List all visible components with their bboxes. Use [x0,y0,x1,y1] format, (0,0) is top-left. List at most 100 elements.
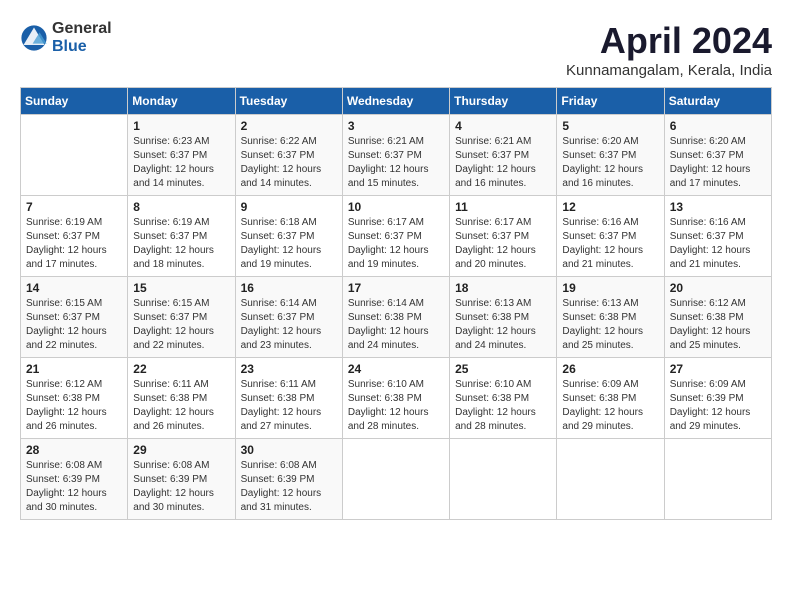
calendar-cell [342,439,449,520]
location-title: Kunnamangalam, Kerala, India [566,62,772,79]
calendar-cell: 15 Sunrise: 6:15 AMSunset: 6:37 PMDayligh… [128,277,235,358]
day-info: Sunrise: 6:10 AMSunset: 6:38 PMDaylight:… [455,378,551,434]
logo-blue: Blue [52,38,112,56]
calendar-cell: 6 Sunrise: 6:20 AMSunset: 6:37 PMDaylight… [664,115,771,196]
day-info: Sunrise: 6:15 AMSunset: 6:37 PMDaylight:… [26,297,122,353]
day-info: Sunrise: 6:11 AMSunset: 6:38 PMDaylight:… [241,378,337,434]
weekday-header: Thursday [450,88,557,115]
day-number: 28 [26,443,122,457]
day-number: 24 [348,362,444,376]
calendar-week-row: 21 Sunrise: 6:12 AMSunset: 6:38 PMDayligh… [21,358,772,439]
calendar-cell: 9Sunrise: 6:18 AMSunset: 6:37 PMDaylight… [235,196,342,277]
calendar-cell: 2 Sunrise: 6:22 AMSunset: 6:37 PMDaylight… [235,115,342,196]
day-info: Sunrise: 6:22 AMSunset: 6:37 PMDaylight:… [241,135,337,191]
day-number: 8 [133,200,229,214]
calendar-cell: 20Sunrise: 6:12 AMSunset: 6:38 PMDayligh… [664,277,771,358]
logo-text: General Blue [52,20,112,55]
calendar-cell: 4Sunrise: 6:21 AMSunset: 6:37 PMDaylight… [450,115,557,196]
day-info: Sunrise: 6:09 AMSunset: 6:38 PMDaylight:… [562,378,658,434]
day-info: Sunrise: 6:16 AMSunset: 6:37 PMDaylight:… [670,216,766,272]
day-number: 3 [348,119,444,133]
day-number: 23 [241,362,337,376]
day-info: Sunrise: 6:19 AMSunset: 6:37 PMDaylight:… [133,216,229,272]
day-info: Sunrise: 6:11 AMSunset: 6:38 PMDaylight:… [133,378,229,434]
day-info: Sunrise: 6:13 AMSunset: 6:38 PMDaylight:… [562,297,658,353]
day-info: Sunrise: 6:13 AMSunset: 6:38 PMDaylight:… [455,297,551,353]
title-area: April 2024 Kunnamangalam, Kerala, India [566,20,772,79]
day-info: Sunrise: 6:15 AMSunset: 6:37 PMDaylight:… [133,297,229,353]
day-info: Sunrise: 6:23 AMSunset: 6:37 PMDaylight:… [133,135,229,191]
calendar-cell: 30Sunrise: 6:08 AMSunset: 6:39 PMDayligh… [235,439,342,520]
calendar-week-row: 7 Sunrise: 6:19 AMSunset: 6:37 PMDaylight… [21,196,772,277]
logo: General Blue [20,20,112,55]
calendar-week-row: 28 Sunrise: 6:08 AMSunset: 6:39 PMDayligh… [21,439,772,520]
day-info: Sunrise: 6:14 AMSunset: 6:38 PMDaylight:… [348,297,444,353]
weekday-header: Friday [557,88,664,115]
logo-general: General [52,20,112,38]
day-number: 6 [670,119,766,133]
day-info: Sunrise: 6:18 AMSunset: 6:37 PMDaylight:… [241,216,337,272]
day-info: Sunrise: 6:12 AMSunset: 6:38 PMDaylight:… [670,297,766,353]
calendar-cell [450,439,557,520]
calendar-week-row: 1Sunrise: 6:23 AMSunset: 6:37 PMDaylight… [21,115,772,196]
calendar-cell: 22 Sunrise: 6:11 AMSunset: 6:38 PMDayligh… [128,358,235,439]
day-info: Sunrise: 6:17 AMSunset: 6:37 PMDaylight:… [348,216,444,272]
day-number: 7 [26,200,122,214]
day-number: 15 [133,281,229,295]
day-info: Sunrise: 6:17 AMSunset: 6:37 PMDaylight:… [455,216,551,272]
day-number: 5 [562,119,658,133]
day-info: Sunrise: 6:12 AMSunset: 6:38 PMDaylight:… [26,378,122,434]
calendar-cell: 17 Sunrise: 6:14 AMSunset: 6:38 PMDayligh… [342,277,449,358]
day-number: 2 [241,119,337,133]
day-number: 13 [670,200,766,214]
calendar-cell: 29Sunrise: 6:08 AMSunset: 6:39 PMDayligh… [128,439,235,520]
month-title: April 2024 [566,20,772,62]
calendar-body: 1Sunrise: 6:23 AMSunset: 6:37 PMDaylight… [21,115,772,520]
day-number: 21 [26,362,122,376]
day-number: 22 [133,362,229,376]
day-number: 14 [26,281,122,295]
calendar-cell: 1Sunrise: 6:23 AMSunset: 6:37 PMDaylight… [128,115,235,196]
day-number: 18 [455,281,551,295]
calendar-cell [557,439,664,520]
day-number: 10 [348,200,444,214]
day-info: Sunrise: 6:21 AMSunset: 6:37 PMDaylight:… [455,135,551,191]
calendar-cell: 8 Sunrise: 6:19 AMSunset: 6:37 PMDaylight… [128,196,235,277]
day-info: Sunrise: 6:08 AMSunset: 6:39 PMDaylight:… [26,459,122,515]
calendar-cell: 25Sunrise: 6:10 AMSunset: 6:38 PMDayligh… [450,358,557,439]
calendar-cell: 13 Sunrise: 6:16 AMSunset: 6:37 PMDayligh… [664,196,771,277]
calendar-cell: 3 Sunrise: 6:21 AMSunset: 6:37 PMDaylight… [342,115,449,196]
calendar-table: SundayMondayTuesdayWednesdayThursdayFrid… [20,87,772,520]
day-number: 29 [133,443,229,457]
day-info: Sunrise: 6:20 AMSunset: 6:37 PMDaylight:… [670,135,766,191]
weekday-header: Tuesday [235,88,342,115]
header: General Blue April 2024 Kunnamangalam, K… [20,20,772,79]
day-info: Sunrise: 6:19 AMSunset: 6:37 PMDaylight:… [26,216,122,272]
calendar-cell: 19Sunrise: 6:13 AMSunset: 6:38 PMDayligh… [557,277,664,358]
calendar-header: SundayMondayTuesdayWednesdayThursdayFrid… [21,88,772,115]
weekday-header: Saturday [664,88,771,115]
weekday-row: SundayMondayTuesdayWednesdayThursdayFrid… [21,88,772,115]
calendar-cell [21,115,128,196]
day-info: Sunrise: 6:14 AMSunset: 6:37 PMDaylight:… [241,297,337,353]
day-number: 26 [562,362,658,376]
day-number: 27 [670,362,766,376]
day-number: 17 [348,281,444,295]
day-info: Sunrise: 6:21 AMSunset: 6:37 PMDaylight:… [348,135,444,191]
calendar-cell: 18 Sunrise: 6:13 AMSunset: 6:38 PMDayligh… [450,277,557,358]
calendar-week-row: 14 Sunrise: 6:15 AMSunset: 6:37 PMDayligh… [21,277,772,358]
calendar-cell: 10 Sunrise: 6:17 AMSunset: 6:37 PMDayligh… [342,196,449,277]
weekday-header: Wednesday [342,88,449,115]
day-info: Sunrise: 6:09 AMSunset: 6:39 PMDaylight:… [670,378,766,434]
calendar-cell: 28 Sunrise: 6:08 AMSunset: 6:39 PMDayligh… [21,439,128,520]
calendar-cell: 14 Sunrise: 6:15 AMSunset: 6:37 PMDayligh… [21,277,128,358]
calendar-cell: 16Sunrise: 6:14 AMSunset: 6:37 PMDayligh… [235,277,342,358]
calendar-cell: 23 Sunrise: 6:11 AMSunset: 6:38 PMDayligh… [235,358,342,439]
calendar-cell: 11Sunrise: 6:17 AMSunset: 6:37 PMDayligh… [450,196,557,277]
calendar-cell: 27 Sunrise: 6:09 AMSunset: 6:39 PMDayligh… [664,358,771,439]
day-info: Sunrise: 6:10 AMSunset: 6:38 PMDaylight:… [348,378,444,434]
calendar-cell: 5Sunrise: 6:20 AMSunset: 6:37 PMDaylight… [557,115,664,196]
calendar-cell: 26 Sunrise: 6:09 AMSunset: 6:38 PMDayligh… [557,358,664,439]
calendar-cell [664,439,771,520]
day-info: Sunrise: 6:08 AMSunset: 6:39 PMDaylight:… [241,459,337,515]
